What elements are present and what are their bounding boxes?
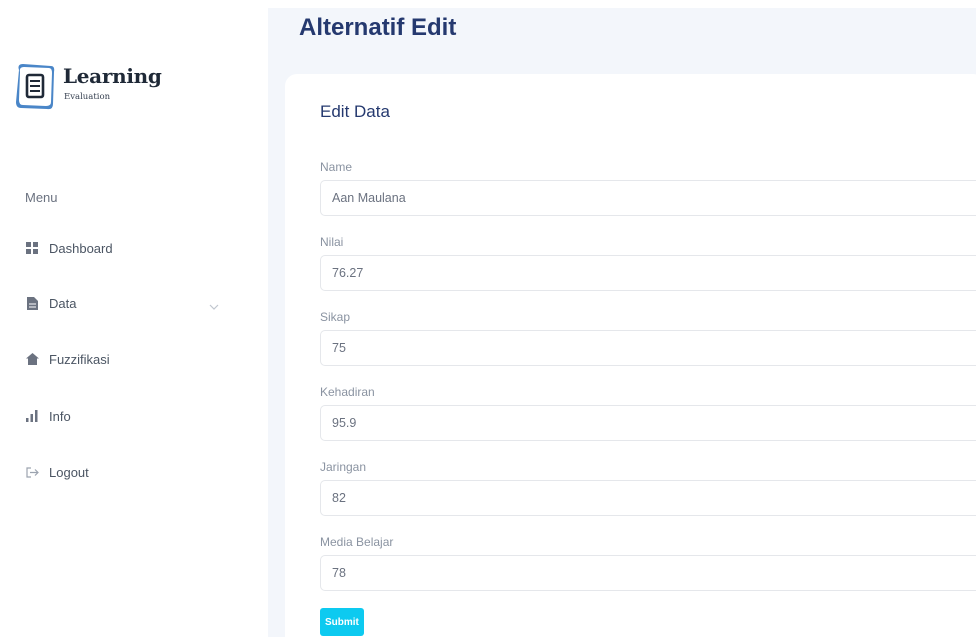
- file-icon: [25, 296, 39, 310]
- card-title: Edit Data: [320, 102, 390, 121]
- sidebar-item-fuzzifikasi[interactable]: Fuzzifikasi: [25, 344, 225, 374]
- jaringan-input[interactable]: [320, 480, 976, 516]
- chevron-down-icon[interactable]: [209, 297, 219, 315]
- nilai-input[interactable]: [320, 255, 976, 291]
- book-logo-icon: [16, 64, 55, 110]
- sikap-input[interactable]: [320, 330, 976, 366]
- menu-title: Menu: [25, 190, 58, 205]
- sidebar-item-label: Info: [49, 408, 71, 424]
- main-content: Alternatif Edit Edit Data Name Nilai Sik…: [268, 8, 976, 637]
- sidebar-item-label: Dashboard: [49, 240, 113, 256]
- page-title: Alternatif Edit: [299, 14, 457, 41]
- kehadiran-label: Kehadiran: [320, 385, 375, 399]
- kehadiran-input[interactable]: [320, 405, 976, 441]
- sidebar-item-label: Logout: [49, 464, 89, 480]
- edit-data-card: Edit Data Name Nilai Sikap Kehadiran Jar…: [285, 74, 976, 637]
- sidebar: Learning Evaluation Menu Dashboard Data: [0, 0, 268, 637]
- brand-subtitle: Evaluation: [64, 92, 111, 102]
- sidebar-item-logout[interactable]: Logout: [25, 457, 225, 487]
- sidebar-item-label: Data: [49, 295, 77, 311]
- bar-chart-icon: [25, 409, 39, 423]
- logo[interactable]: Learning Evaluation: [13, 58, 173, 118]
- house-icon: [25, 352, 39, 366]
- sidebar-item-dashboard[interactable]: Dashboard: [25, 233, 225, 263]
- name-label: Name: [320, 160, 353, 174]
- media-belajar-label: Media Belajar: [320, 535, 394, 549]
- sidebar-item-info[interactable]: Info: [25, 401, 225, 431]
- sidebar-item-label: Fuzzifikasi: [49, 351, 110, 367]
- nilai-label: Nilai: [320, 235, 344, 249]
- submit-button[interactable]: Submit: [320, 608, 364, 636]
- media-belajar-input[interactable]: [320, 555, 976, 591]
- logout-icon: [25, 465, 39, 479]
- sikap-label: Sikap: [320, 310, 351, 324]
- jaringan-label: Jaringan: [320, 460, 367, 474]
- grid-icon: [25, 241, 39, 255]
- brand-title: Learning: [63, 64, 162, 88]
- sidebar-item-data[interactable]: Data: [25, 288, 225, 318]
- name-input[interactable]: [320, 180, 976, 216]
